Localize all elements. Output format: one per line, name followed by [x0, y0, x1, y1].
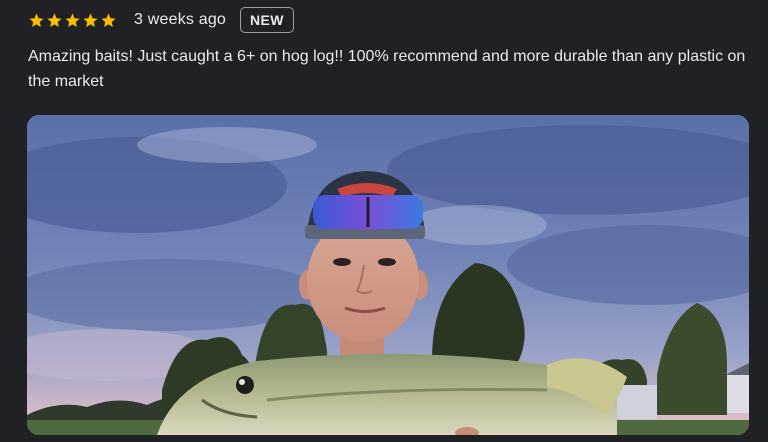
star-icon: [83, 12, 98, 27]
review-photo[interactable]: [27, 115, 749, 435]
star-icon: [29, 12, 44, 27]
star-rating: [28, 12, 117, 29]
review-card: 3 weeks ago NEW Amazing baits! Just caug…: [0, 0, 768, 442]
review-time: 3 weeks ago: [134, 11, 227, 28]
star-icon: [101, 12, 116, 27]
star-icon: [47, 12, 62, 27]
new-badge: NEW: [240, 7, 294, 33]
review-text: Amazing baits! Just caught a 6+ on hog l…: [28, 48, 746, 90]
star-icon: [65, 12, 80, 27]
review-meta-row: 3 weeks ago NEW: [28, 6, 294, 34]
review-photo-image: [27, 115, 749, 435]
